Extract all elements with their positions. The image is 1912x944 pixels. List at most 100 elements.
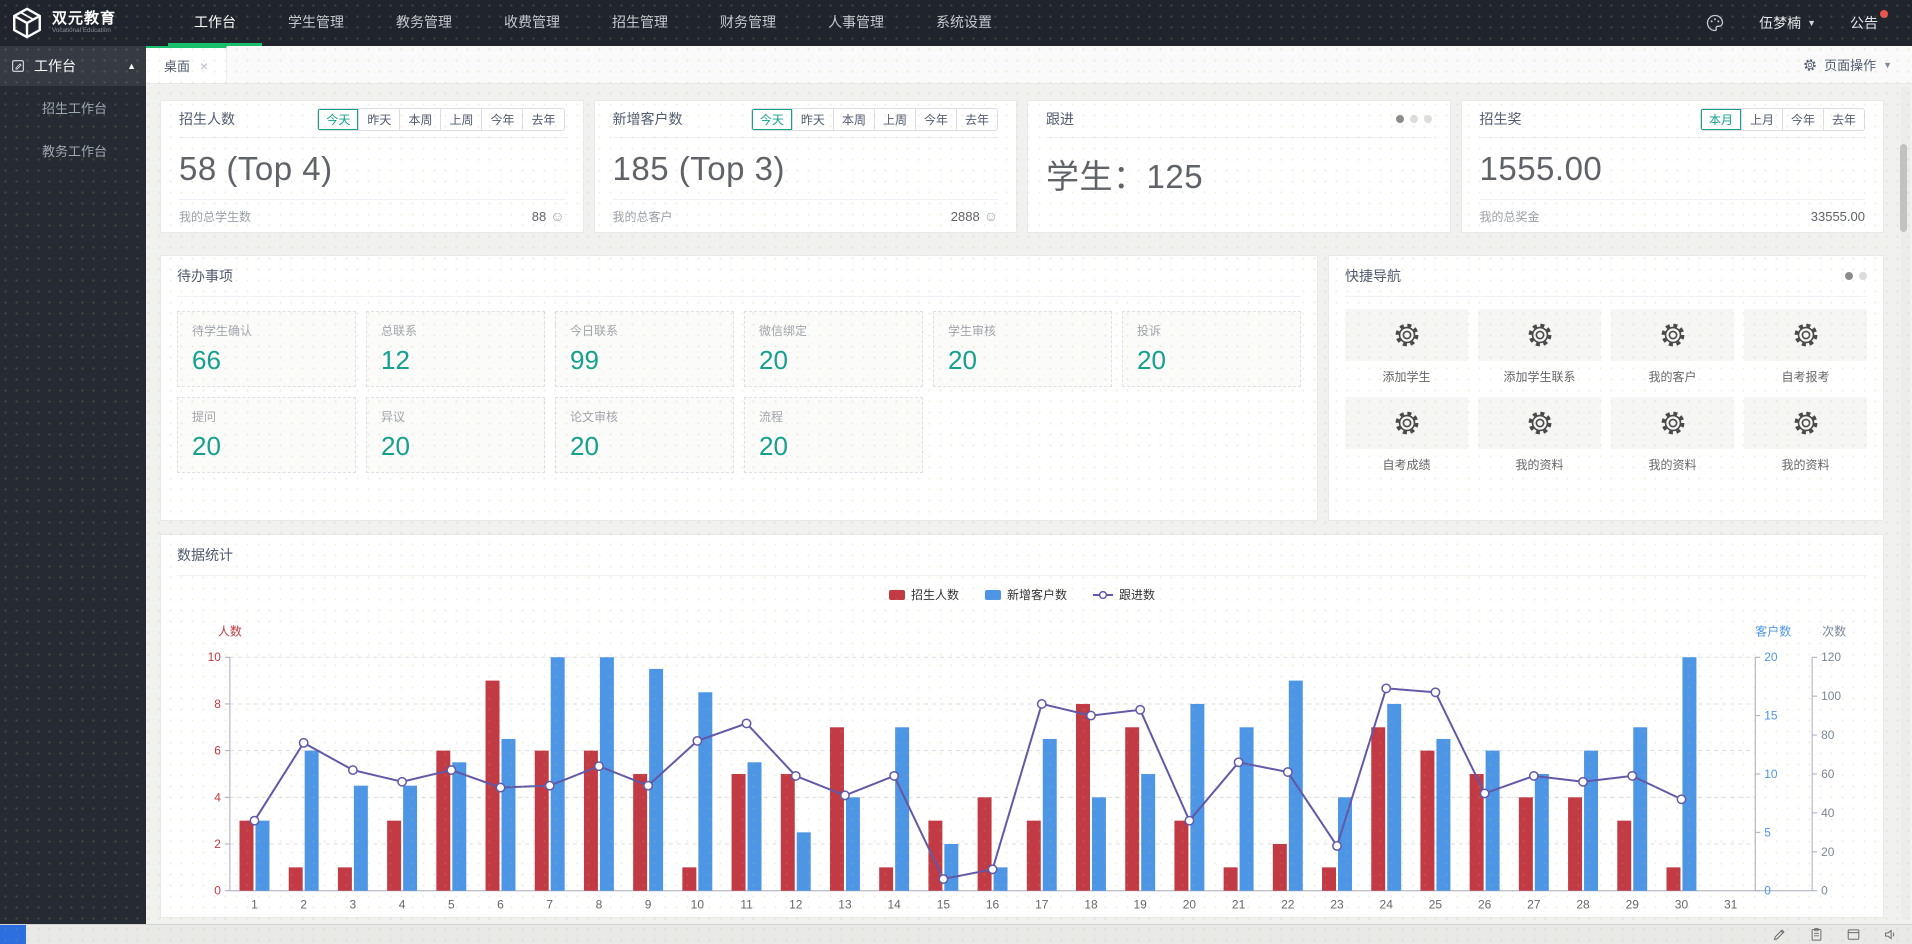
nav-item-8[interactable]: 系统设置 xyxy=(910,0,1018,46)
legend-item-新增客户数[interactable]: 新增客户数 xyxy=(985,586,1067,603)
logo-title: 双元教育 xyxy=(52,11,117,28)
todo-value: 12 xyxy=(381,345,530,376)
close-icon[interactable]: × xyxy=(200,58,208,74)
nav-item-5[interactable]: 招生管理 xyxy=(586,0,694,46)
quick-nav-item-2[interactable]: 添加学生联系 xyxy=(1478,309,1601,385)
quick-nav-pagination-dot[interactable] xyxy=(1859,272,1867,280)
theme-palette-icon[interactable] xyxy=(1705,13,1725,33)
svg-text:14: 14 xyxy=(887,898,901,912)
todo-tile-6[interactable]: 投诉20 xyxy=(1122,311,1301,387)
nav-item-2[interactable]: 学生管理 xyxy=(262,0,370,46)
todo-value: 20 xyxy=(948,345,1097,376)
svg-text:5: 5 xyxy=(1764,825,1771,839)
filter-昨天[interactable]: 昨天 xyxy=(792,109,833,130)
stat-card-pagination-dot[interactable] xyxy=(1410,115,1418,123)
filter-去年[interactable]: 去年 xyxy=(522,109,563,130)
stat-card-pagination-dot[interactable] xyxy=(1424,115,1432,123)
svg-text:10: 10 xyxy=(208,650,222,664)
gear-icon xyxy=(1792,409,1820,437)
todo-tile-5[interactable]: 学生审核20 xyxy=(933,311,1112,387)
filter-去年[interactable]: 去年 xyxy=(956,109,997,130)
filter-今天[interactable]: 今天 xyxy=(318,109,358,130)
quick-nav-item-3[interactable]: 我的客户 xyxy=(1611,309,1734,385)
pencil-icon[interactable] xyxy=(1772,927,1787,942)
svg-text:0: 0 xyxy=(1764,884,1771,898)
stat-card-footer-value: 88☺ xyxy=(532,208,565,224)
todo-tile-4[interactable]: 微信绑定20 xyxy=(744,311,923,387)
filter-本周[interactable]: 本周 xyxy=(399,109,440,130)
svg-text:10: 10 xyxy=(691,898,705,912)
smiley-icon: ☺ xyxy=(984,208,998,224)
user-menu[interactable]: 伍梦楠 ▼ xyxy=(1759,13,1816,33)
nav-item-6[interactable]: 财务管理 xyxy=(694,0,802,46)
legend-item-跟进数[interactable]: 跟进数 xyxy=(1093,586,1155,603)
nav-item-1[interactable]: 工作台 xyxy=(168,0,262,46)
quick-nav-item-8[interactable]: 我的资料 xyxy=(1744,397,1867,473)
filter-去年[interactable]: 去年 xyxy=(1823,109,1864,130)
todo-tile-2[interactable]: 总联系12 xyxy=(366,311,545,387)
legend-item-招生人数[interactable]: 招生人数 xyxy=(889,586,959,603)
stat-card-pagination-dot[interactable] xyxy=(1396,115,1404,123)
gear-icon xyxy=(1803,58,1817,72)
speaker-icon[interactable] xyxy=(1883,927,1898,942)
svg-text:2: 2 xyxy=(300,898,307,912)
page-actions-button[interactable]: 页面操作 ▼ xyxy=(1783,46,1912,83)
svg-text:0: 0 xyxy=(214,884,221,898)
quick-nav-item-1[interactable]: 添加学生 xyxy=(1345,309,1468,385)
filter-上月[interactable]: 上月 xyxy=(1741,109,1782,130)
logo[interactable]: 双元教育 Vocational Education xyxy=(0,0,168,46)
page-actions-label: 页面操作 xyxy=(1824,55,1876,74)
chevron-down-icon: ▼ xyxy=(1807,18,1816,28)
svg-text:100: 100 xyxy=(1821,689,1841,703)
todo-tile-3[interactable]: 今日联系99 xyxy=(555,311,734,387)
nav-item-3[interactable]: 教务管理 xyxy=(370,0,478,46)
filter-上周[interactable]: 上周 xyxy=(440,109,481,130)
todo-tile-8[interactable]: 异议20 xyxy=(366,397,545,473)
main-menu: 工作台学生管理教务管理收费管理招生管理财务管理人事管理系统设置 xyxy=(168,0,1018,46)
scrollbar-track[interactable] xyxy=(1901,86,1910,920)
notice-button[interactable]: 公告 xyxy=(1850,13,1886,33)
svg-text:15: 15 xyxy=(937,898,951,912)
filter-今年[interactable]: 今年 xyxy=(1782,109,1823,130)
sidebar-header-workbench[interactable]: 工作台 ▲ xyxy=(0,46,146,86)
taskbar-start-button[interactable] xyxy=(0,925,26,944)
stat-card-title: 新增客户数 xyxy=(613,109,683,129)
clipboard-icon[interactable] xyxy=(1809,927,1824,942)
todo-tile-1[interactable]: 待学生确认66 xyxy=(177,311,356,387)
nav-item-7[interactable]: 人事管理 xyxy=(802,0,910,46)
quick-nav-pagination-dot[interactable] xyxy=(1845,272,1853,280)
filter-今年[interactable]: 今年 xyxy=(481,109,522,130)
todo-tile-10[interactable]: 流程20 xyxy=(744,397,923,473)
svg-text:19: 19 xyxy=(1134,898,1148,912)
quick-nav-item-5[interactable]: 自考成绩 xyxy=(1345,397,1468,473)
quick-nav-label: 添加学生 xyxy=(1345,368,1468,385)
svg-text:4: 4 xyxy=(214,790,221,804)
quick-nav-item-4[interactable]: 自考报考 xyxy=(1744,309,1867,385)
todo-tile-7[interactable]: 提问20 xyxy=(177,397,356,473)
stat-card-title: 招生人数 xyxy=(179,109,235,129)
filter-上周[interactable]: 上周 xyxy=(874,109,915,130)
filter-今天[interactable]: 今天 xyxy=(752,109,792,130)
filter-昨天[interactable]: 昨天 xyxy=(358,109,399,130)
scrollbar-thumb[interactable] xyxy=(1900,144,1907,232)
legend-label: 跟进数 xyxy=(1119,586,1155,603)
filter-本月[interactable]: 本月 xyxy=(1701,109,1741,130)
todo-tile-9[interactable]: 论文审核20 xyxy=(555,397,734,473)
gear-icon xyxy=(1393,409,1421,437)
quick-nav-label: 我的资料 xyxy=(1744,456,1867,473)
nav-item-4[interactable]: 收费管理 xyxy=(478,0,586,46)
todo-title: 待办事项 xyxy=(177,266,233,286)
quick-nav-item-7[interactable]: 我的资料 xyxy=(1611,397,1734,473)
filter-今年[interactable]: 今年 xyxy=(915,109,956,130)
filter-本周[interactable]: 本周 xyxy=(833,109,874,130)
stat-card-footer-value: 2888☺ xyxy=(951,208,998,224)
svg-text:8: 8 xyxy=(214,697,221,711)
gear-icon xyxy=(1792,321,1820,349)
svg-text:2: 2 xyxy=(214,837,221,851)
sidebar-item-1[interactable]: 招生工作台 xyxy=(0,86,146,129)
sidebar-item-2[interactable]: 教务工作台 xyxy=(0,129,146,172)
window-icon[interactable] xyxy=(1846,927,1861,942)
tab-desktop[interactable]: 桌面 × xyxy=(146,46,227,83)
quick-nav-item-6[interactable]: 我的资料 xyxy=(1478,397,1601,473)
taskbar xyxy=(0,924,1912,944)
